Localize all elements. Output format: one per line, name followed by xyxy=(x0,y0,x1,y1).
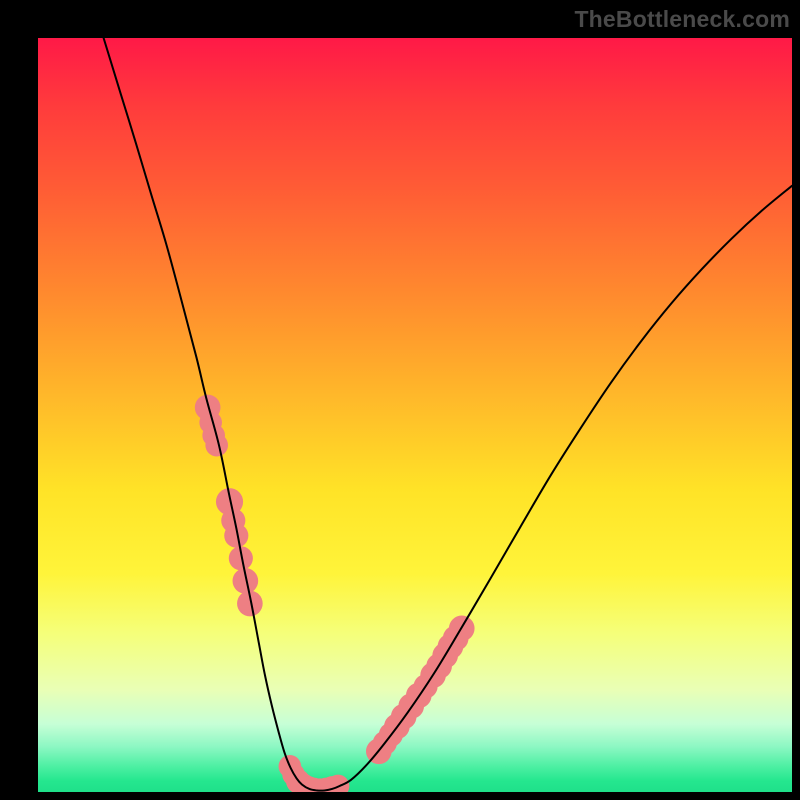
chart-svg xyxy=(38,38,792,792)
chart-frame: TheBottleneck.com xyxy=(0,0,800,800)
watermark-text: TheBottleneck.com xyxy=(574,6,790,33)
data-markers xyxy=(195,395,475,792)
plot-area xyxy=(38,38,792,792)
